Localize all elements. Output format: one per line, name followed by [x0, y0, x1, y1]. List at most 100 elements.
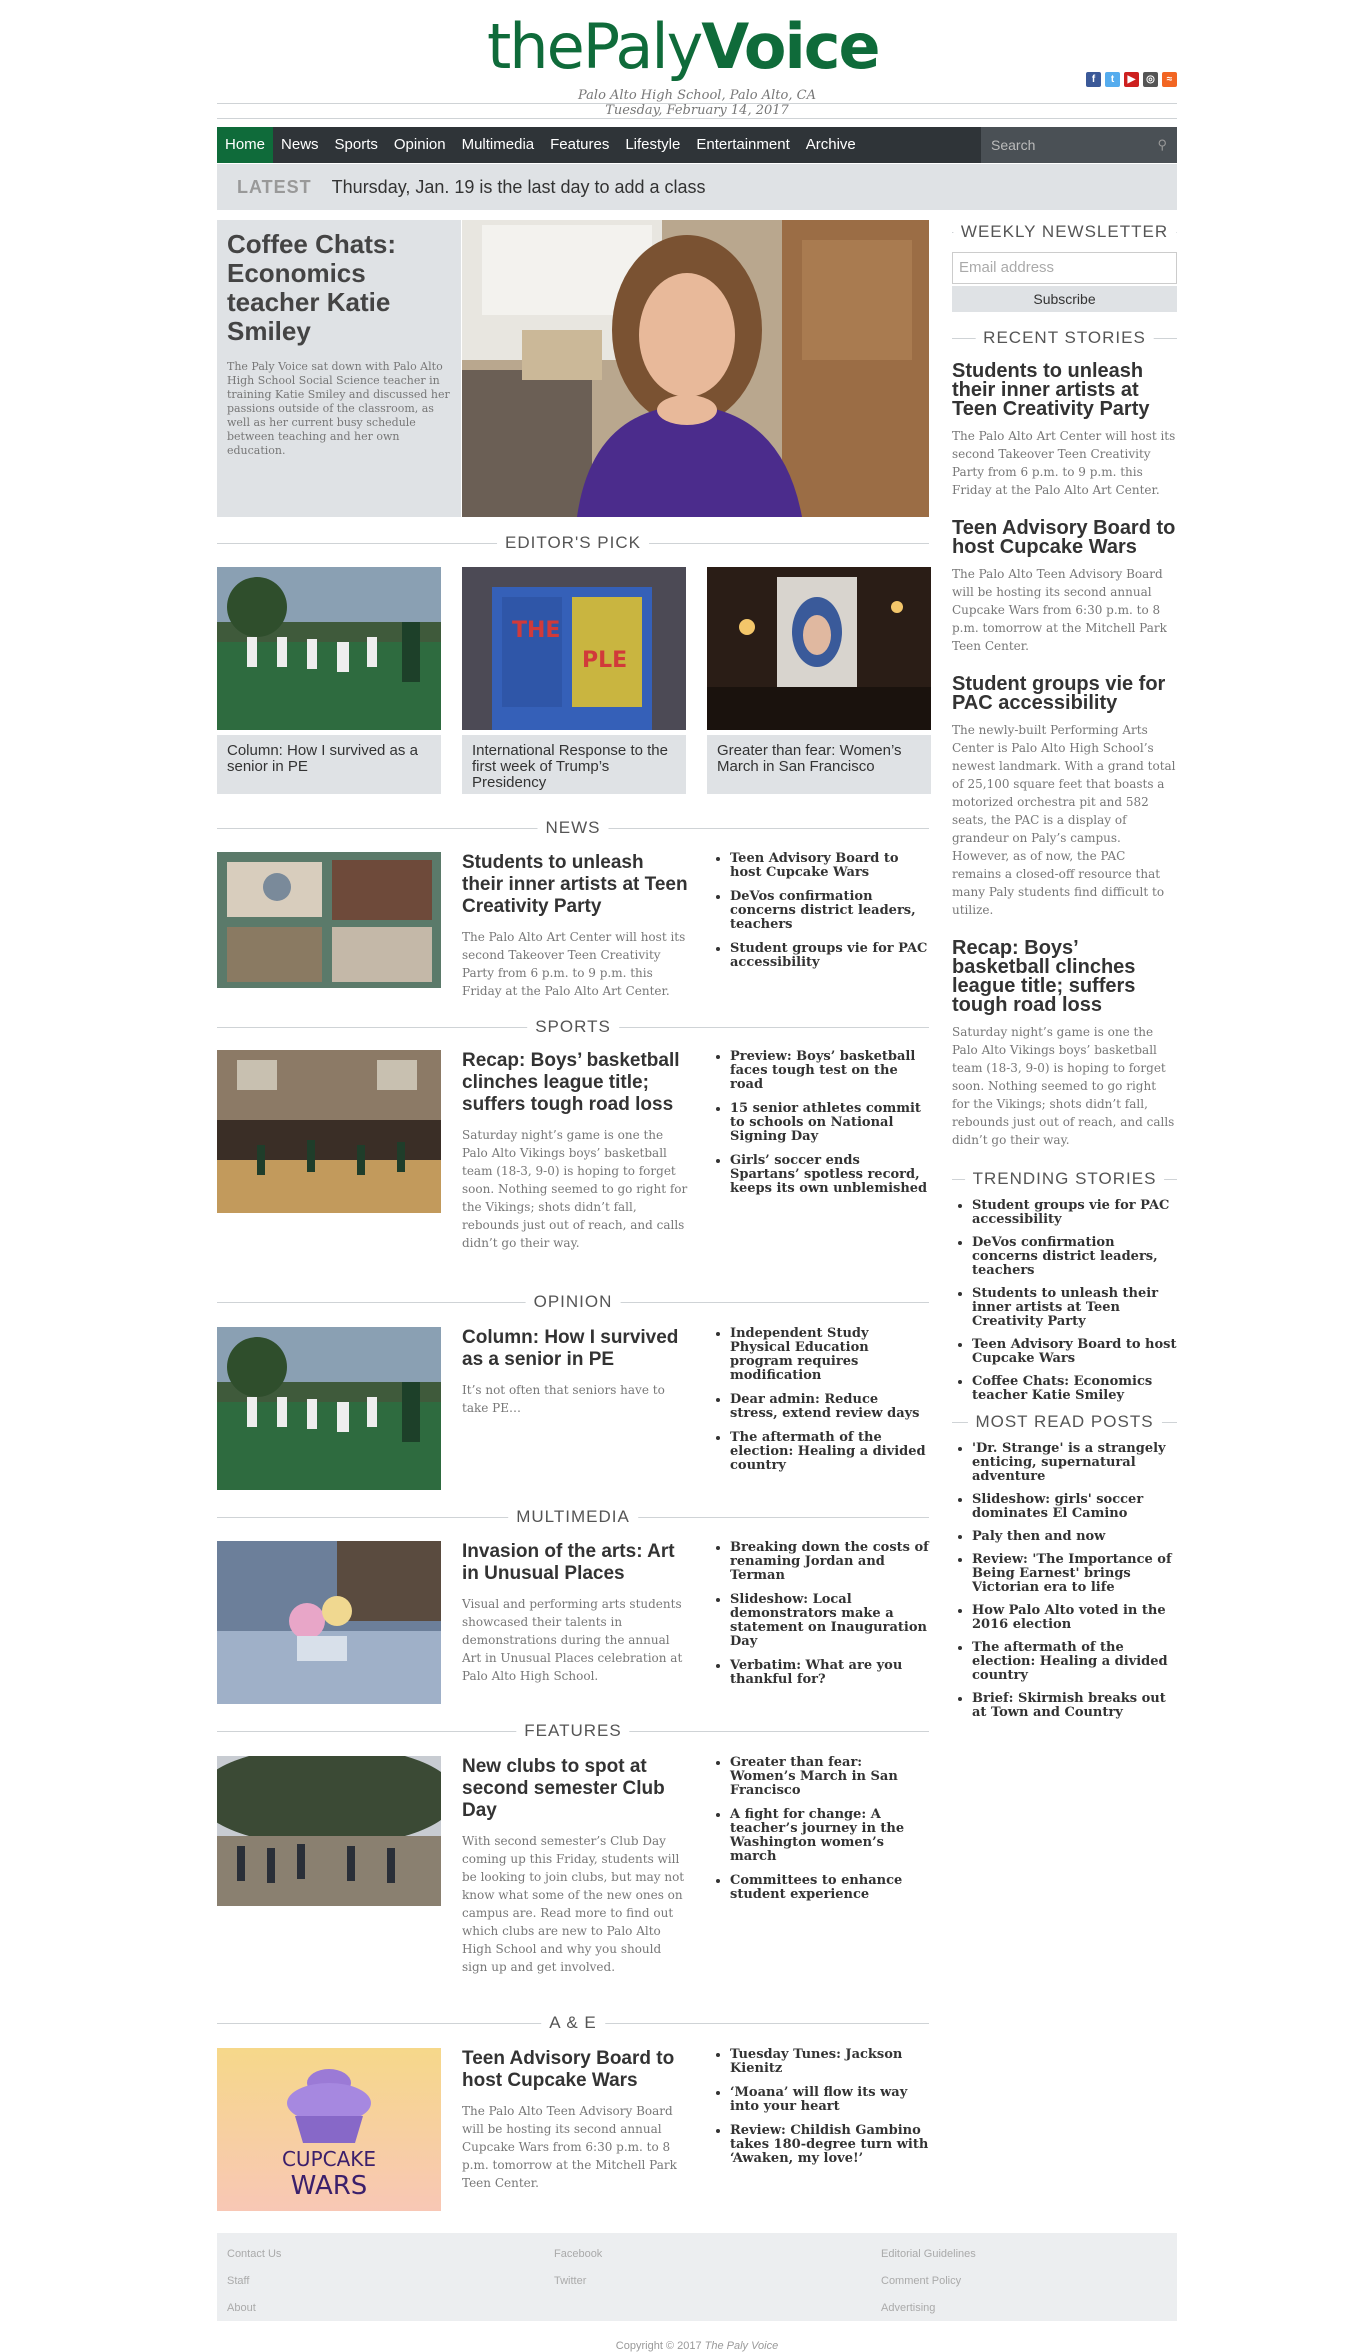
- search-icon[interactable]: ⚲: [1157, 127, 1167, 163]
- related-link[interactable]: Verbatim: What are you thankful for?: [730, 1659, 929, 1687]
- social-links: f t ▶ ◎ ≈: [1086, 72, 1177, 87]
- story-summary: Saturday night’s game is one the Palo Al…: [462, 1128, 688, 1250]
- related-link[interactable]: A fight for change: A teacher’s journey …: [730, 1808, 929, 1864]
- nav-item-sports[interactable]: Sports: [327, 127, 386, 163]
- latest-headline[interactable]: Thursday, Jan. 19 is the last day to add…: [332, 177, 706, 198]
- related-link[interactable]: Preview: Boys’ basketball faces tough te…: [730, 1050, 929, 1092]
- cupcake-wars-image[interactable]: CUPCAKE WARS: [217, 2048, 441, 2211]
- sidebar-heading-label: MOST READ POSTS: [967, 1412, 1162, 1432]
- section-heading-news: NEWS: [217, 818, 929, 838]
- trending-item[interactable]: Students to unleash their inner artists …: [972, 1287, 1177, 1329]
- story-title[interactable]: Recap: Boys’ basketball clinches league …: [462, 1050, 690, 1116]
- art-party-photo[interactable]: [217, 852, 441, 988]
- search-placeholder: Search: [991, 137, 1036, 153]
- trending-item[interactable]: Teen Advisory Board to host Cupcake Wars: [972, 1338, 1177, 1366]
- story-title[interactable]: Teen Advisory Board to host Cupcake Wars: [462, 2048, 690, 2092]
- most-read-item[interactable]: Paly then and now: [972, 1530, 1177, 1544]
- editors-pick-item[interactable]: THE PLE International Response to the fi…: [462, 567, 686, 794]
- story-summary: Visual and performing arts students show…: [462, 1597, 683, 1683]
- twitter-icon[interactable]: t: [1105, 72, 1120, 87]
- related-link[interactable]: Tuesday Tunes: Jackson Kienitz: [730, 2048, 929, 2076]
- related-link[interactable]: 15 senior athletes commit to schools on …: [730, 1102, 929, 1144]
- site-logo[interactable]: thePalyVoice: [487, 12, 881, 82]
- story-title[interactable]: Invasion of the arts: Art in Unusual Pla…: [462, 1541, 690, 1585]
- nav-item-lifestyle[interactable]: Lifestyle: [617, 127, 688, 163]
- footer-column: Editorial Guidelines Comment Policy Adve…: [881, 2241, 976, 2322]
- recent-story-title[interactable]: Students to unleash their inner artists …: [952, 361, 1177, 419]
- sidebar-heading-label: RECENT STORIES: [975, 328, 1154, 348]
- related-link[interactable]: Review: Childish Gambino takes 180-degre…: [730, 2124, 929, 2166]
- trending-item[interactable]: Student groups vie for PAC accessibility: [972, 1199, 1177, 1227]
- footer-link-staff[interactable]: Staff: [227, 2268, 281, 2295]
- masthead-info: Palo Alto High School, Palo Alto, CA Tue…: [217, 88, 1177, 118]
- editors-pick-caption: Greater than fear: Women’s March in San …: [707, 735, 931, 794]
- story-main: Invasion of the arts: Art in Unusual Pla…: [462, 1541, 690, 1685]
- cupcake-wars-text-1: CUPCAKE: [282, 2147, 376, 2171]
- instagram-icon[interactable]: ◎: [1143, 72, 1158, 87]
- nav-item-home[interactable]: Home: [217, 127, 274, 163]
- related-links: Teen Advisory Board to host Cupcake Wars…: [710, 852, 929, 980]
- story-title[interactable]: Column: How I survived as a senior in PE: [462, 1327, 690, 1371]
- footer-link-about[interactable]: About: [227, 2295, 281, 2322]
- footer-link-advertising[interactable]: Advertising: [881, 2295, 976, 2322]
- basketball-photo[interactable]: [217, 1050, 441, 1213]
- related-link[interactable]: DeVos confirmation concerns district lea…: [730, 890, 929, 932]
- related-link[interactable]: Independent Study Physical Education pro…: [730, 1327, 929, 1383]
- most-read-item[interactable]: The aftermath of the election: Healing a…: [972, 1641, 1177, 1683]
- recent-story-summary: Saturday night’s game is one the Palo Al…: [952, 1025, 1175, 1147]
- subscribe-button[interactable]: Subscribe: [952, 286, 1177, 312]
- facebook-icon[interactable]: f: [1086, 72, 1101, 87]
- related-link[interactable]: Girls’ soccer ends Spartans’ spotless re…: [730, 1154, 929, 1196]
- related-link[interactable]: Breaking down the costs of renaming Jord…: [730, 1541, 929, 1583]
- story-title[interactable]: Students to unleash their inner artists …: [462, 852, 690, 918]
- footer-link-comment-policy[interactable]: Comment Policy: [881, 2268, 976, 2295]
- most-read-item[interactable]: Brief: Skirmish breaks out at Town and C…: [972, 1692, 1177, 1720]
- svg-text:THE: THE: [512, 618, 560, 643]
- nav-item-entertainment[interactable]: Entertainment: [688, 127, 797, 163]
- nav-item-opinion[interactable]: Opinion: [386, 127, 454, 163]
- nav-item-features[interactable]: Features: [542, 127, 617, 163]
- recent-story-title[interactable]: Student groups vie for PAC accessibility: [952, 674, 1177, 713]
- art-display-photo[interactable]: [217, 1541, 441, 1704]
- most-read-list: 'Dr. Strange' is a strangely enticing, s…: [952, 1442, 1177, 1720]
- email-field[interactable]: Email address: [952, 252, 1177, 284]
- footer-link-facebook[interactable]: Facebook: [554, 2241, 602, 2268]
- related-link[interactable]: ‘Moana’ will flow its way into your hear…: [730, 2086, 929, 2114]
- trending-item[interactable]: Coffee Chats: Economics teacher Katie Sm…: [972, 1375, 1177, 1403]
- related-links: Preview: Boys’ basketball faces tough te…: [710, 1050, 929, 1206]
- related-link[interactable]: Slideshow: Local demonstrators make a st…: [730, 1593, 929, 1649]
- nav-item-multimedia[interactable]: Multimedia: [454, 127, 543, 163]
- related-link[interactable]: Student groups vie for PAC accessibility: [730, 942, 929, 970]
- story-title[interactable]: New clubs to spot at second semester Clu…: [462, 1756, 690, 1822]
- most-read-item[interactable]: Review: 'The Importance of Being Earnest…: [972, 1553, 1177, 1595]
- footer-link-editorial[interactable]: Editorial Guidelines: [881, 2241, 976, 2268]
- recent-story-title[interactable]: Teen Advisory Board to host Cupcake Wars: [952, 518, 1177, 557]
- most-read-item[interactable]: 'Dr. Strange' is a strangely enticing, s…: [972, 1442, 1177, 1484]
- related-link[interactable]: Greater than fear: Women’s March in San …: [730, 1756, 929, 1798]
- trending-item[interactable]: DeVos confirmation concerns district lea…: [972, 1236, 1177, 1278]
- search-input[interactable]: Search ⚲: [981, 127, 1177, 163]
- sidebar-heading-mostread: MOST READ POSTS: [952, 1412, 1177, 1432]
- sidebar-heading-recent: RECENT STORIES: [952, 328, 1177, 348]
- footer-link-twitter[interactable]: Twitter: [554, 2268, 602, 2295]
- related-link[interactable]: Dear admin: Reduce stress, extend review…: [730, 1393, 929, 1421]
- featured-story: Coffee Chats: Economics teacher Katie Sm…: [217, 220, 929, 517]
- youtube-icon[interactable]: ▶: [1124, 72, 1139, 87]
- footer-link-contact[interactable]: Contact Us: [227, 2241, 281, 2268]
- recent-story-title[interactable]: Recap: Boys’ basketball clinches league …: [952, 938, 1177, 1015]
- most-read-item[interactable]: Slideshow: girls' soccer dominates El Ca…: [972, 1493, 1177, 1521]
- editors-pick-item[interactable]: Column: How I survived as a senior in PE: [217, 567, 441, 794]
- rss-icon[interactable]: ≈: [1162, 72, 1177, 87]
- club-day-photo[interactable]: [217, 1756, 441, 1906]
- featured-title[interactable]: Coffee Chats: Economics teacher Katie Sm…: [227, 230, 451, 346]
- related-link[interactable]: Committees to enhance student experience: [730, 1874, 929, 1902]
- most-read-item[interactable]: How Palo Alto voted in the 2016 election: [972, 1604, 1177, 1632]
- pe-field-photo[interactable]: [217, 1327, 441, 1490]
- featured-photo[interactable]: [462, 220, 929, 517]
- related-link[interactable]: The aftermath of the election: Healing a…: [730, 1431, 929, 1473]
- related-link[interactable]: Teen Advisory Board to host Cupcake Wars: [730, 852, 929, 880]
- email-placeholder: Email address: [959, 259, 1055, 276]
- editors-pick-item[interactable]: Greater than fear: Women’s March in San …: [707, 567, 931, 794]
- nav-item-news[interactable]: News: [273, 127, 327, 163]
- nav-item-archive[interactable]: Archive: [798, 127, 864, 163]
